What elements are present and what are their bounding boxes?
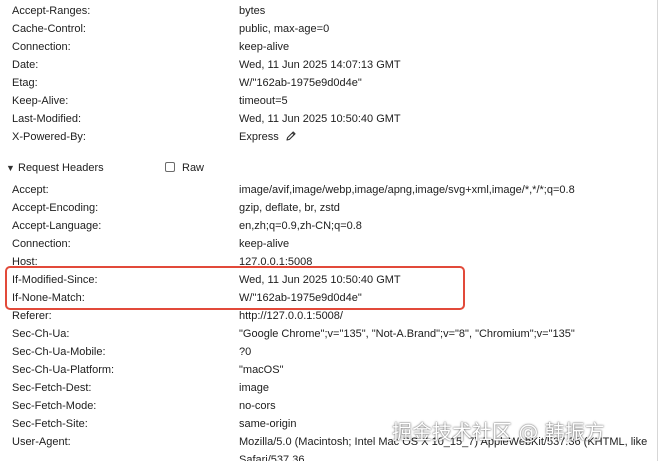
header-name: Accept-Ranges:: [12, 5, 91, 17]
header-value: image: [239, 379, 658, 397]
header-name: Accept-Language:: [12, 220, 102, 232]
header-value-text: bytes: [239, 5, 266, 17]
header-row: Sec-Ch-Ua: "Google Chrome";v="135", "Not-…: [0, 325, 658, 343]
header-name: Sec-Fetch-Dest:: [12, 382, 92, 394]
header-value-text: en,zh;q=0.9,zh-CN;q=0.8: [239, 220, 362, 232]
header-name: Connection:: [12, 238, 71, 250]
header-name: User-Agent:: [12, 436, 71, 448]
header-name: Last-Modified:: [12, 113, 82, 125]
header-value: no-cors: [239, 397, 658, 415]
header-value: en,zh;q=0.9,zh-CN;q=0.8: [239, 217, 658, 235]
header-value-text: image/avif,image/webp,image/apng,image/s…: [239, 184, 575, 196]
header-row: X-Powered-By: Express: [0, 128, 658, 146]
header-value-text: timeout=5: [239, 95, 288, 107]
header-value: timeout=5: [239, 92, 658, 110]
header-value-text: keep-alive: [239, 41, 290, 53]
header-row: Accept-Language: en,zh;q=0.9,zh-CN;q=0.8: [0, 217, 658, 235]
header-value: Wed, 11 Jun 2025 10:50:40 GMT: [239, 110, 658, 128]
header-value: gzip, deflate, br, zstd: [239, 199, 658, 217]
header-row: Last-Modified: Wed, 11 Jun 2025 10:50:40 …: [0, 110, 658, 128]
header-row: Accept-Ranges: bytes: [0, 2, 658, 20]
header-name: Sec-Ch-Ua-Platform:: [12, 364, 115, 376]
header-row: Accept: image/avif,image/webp,image/apng,…: [0, 181, 658, 199]
header-name: Sec-Ch-Ua-Mobile:: [12, 346, 106, 358]
header-value: bytes: [239, 2, 658, 20]
header-value-text: Safari/537.36: [239, 454, 305, 461]
header-row: Keep-Alive: timeout=5: [0, 92, 658, 110]
header-row: Cache-Control: public, max-age=0: [0, 20, 658, 38]
header-name: Connection:: [12, 41, 71, 53]
header-value-text: gzip, deflate, br, zstd: [239, 202, 340, 214]
header-value-text: Wed, 11 Jun 2025 10:50:40 GMT: [239, 113, 401, 125]
highlight-box: [5, 266, 465, 310]
header-value-text: Express: [239, 131, 279, 143]
header-row: Date: Wed, 11 Jun 2025 14:07:13 GMT: [0, 56, 658, 74]
header-row: Sec-Fetch-Dest: image: [0, 379, 658, 397]
header-name: X-Powered-By:: [12, 131, 86, 143]
header-row: Sec-Ch-Ua-Mobile: ?0: [0, 343, 658, 361]
header-name: Keep-Alive:: [12, 95, 69, 107]
header-row: Connection: keep-alive: [0, 235, 658, 253]
header-row: Sec-Ch-Ua-Platform: "macOS": [0, 361, 658, 379]
watermark: 掘金技术社区 @ 韩振方: [392, 420, 605, 444]
section-title: Request Headers: [18, 162, 104, 174]
header-value-text: same-origin: [239, 418, 297, 430]
header-row: Etag: W/"162ab-1975e9d0d4e": [0, 74, 658, 92]
header-value-text: ?0: [239, 346, 252, 358]
header-value: "Google Chrome";v="135", "Not-A.Brand";v…: [239, 325, 658, 343]
raw-label[interactable]: Raw: [182, 157, 204, 179]
header-value-text: Wed, 11 Jun 2025 14:07:13 GMT: [239, 59, 401, 71]
pencil-icon[interactable]: [285, 130, 297, 148]
header-value: W/"162ab-1975e9d0d4e": [239, 74, 658, 92]
raw-checkbox[interactable]: [165, 162, 175, 172]
header-name: Date:: [12, 59, 39, 71]
header-name: Sec-Fetch-Site:: [12, 418, 88, 430]
header-value-text: no-cors: [239, 400, 276, 412]
header-name: Etag:: [12, 77, 38, 89]
header-value: keep-alive: [239, 235, 658, 253]
header-value: Wed, 11 Jun 2025 14:07:13 GMT: [239, 56, 658, 74]
header-value-text: image: [239, 382, 269, 394]
request-headers-section-header[interactable]: ▼ Request Headers Raw: [0, 157, 658, 179]
header-value-text: "Google Chrome";v="135", "Not-A.Brand";v…: [239, 328, 575, 340]
header-value: Safari/537.36: [239, 451, 658, 461]
header-value-text: http://127.0.0.1:5008/: [239, 310, 343, 322]
header-row: Safari/537.36: [0, 451, 658, 461]
header-value: "macOS": [239, 361, 658, 379]
header-name: Sec-Ch-Ua:: [12, 328, 70, 340]
header-name: Accept-Encoding:: [12, 202, 99, 214]
triangle-down-icon[interactable]: ▼: [6, 157, 15, 179]
header-name: Cache-Control:: [12, 23, 86, 35]
header-value: image/avif,image/webp,image/apng,image/s…: [239, 181, 658, 199]
header-value: ?0: [239, 343, 658, 361]
header-row: Connection: keep-alive: [0, 38, 658, 56]
header-name: Accept:: [12, 184, 49, 196]
header-name: Sec-Fetch-Mode:: [12, 400, 97, 412]
header-value: Express: [239, 128, 658, 148]
header-row: Accept-Encoding: gzip, deflate, br, zstd: [0, 199, 658, 217]
header-value-text: keep-alive: [239, 238, 290, 250]
header-value: keep-alive: [239, 38, 658, 56]
header-value-text: W/"162ab-1975e9d0d4e": [239, 77, 362, 89]
header-value-text: "macOS": [239, 364, 284, 376]
header-value: public, max-age=0: [239, 20, 658, 38]
network-headers-panel: Accept-Ranges: bytes Cache-Control: public,…: [0, 0, 658, 461]
header-row: Sec-Fetch-Mode: no-cors: [0, 397, 658, 415]
header-value-text: public, max-age=0: [239, 23, 330, 35]
